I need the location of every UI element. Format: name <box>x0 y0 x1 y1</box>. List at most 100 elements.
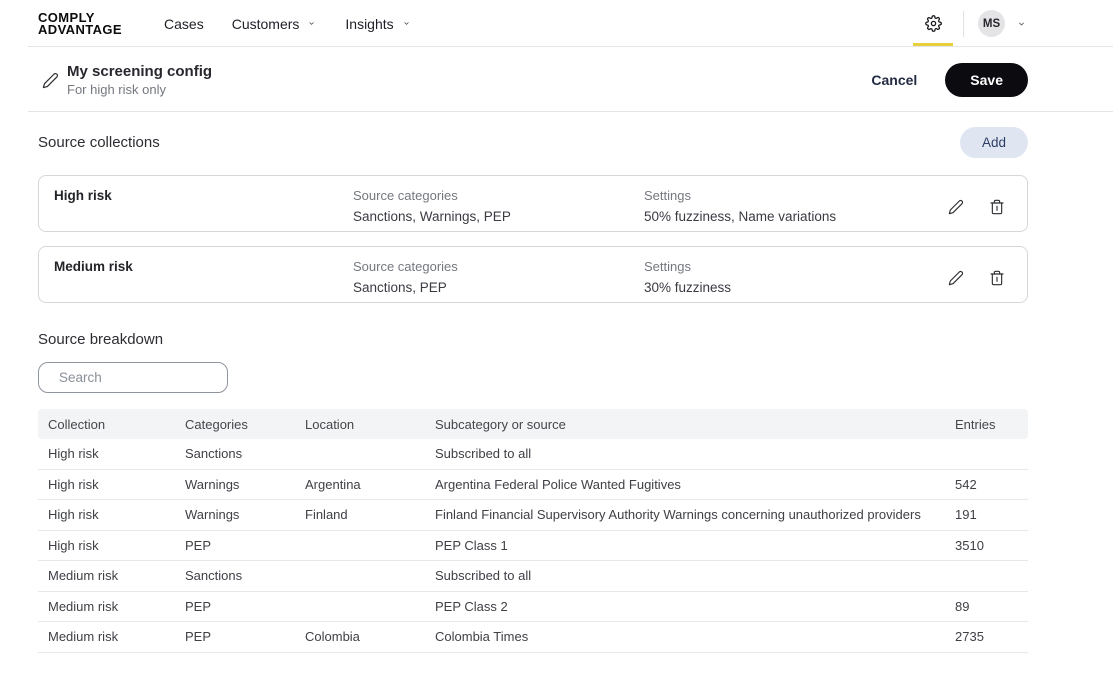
cell-entries: 542 <box>955 477 1018 492</box>
table-body: High risk Sanctions Subscribed to all Hi… <box>38 439 1028 653</box>
cell-categories: PEP <box>185 629 305 644</box>
collection-categories: Source categories Sanctions, Warnings, P… <box>353 186 644 227</box>
column-header-categories: Categories <box>185 417 305 432</box>
cell-collection: Medium risk <box>48 629 185 644</box>
nav-right-group: MS <box>913 0 1028 47</box>
column-header-entries: Entries <box>955 417 1018 432</box>
chevron-down-icon <box>401 20 412 27</box>
card-actions <box>948 199 1005 215</box>
user-menu-chevron-icon[interactable] <box>1015 20 1028 28</box>
card-actions <box>948 270 1005 286</box>
collection-settings: Settings 50% fuzziness, Name variations <box>644 186 948 227</box>
nav-divider <box>963 11 964 37</box>
cell-categories: Sanctions <box>185 446 305 461</box>
nav-item-label: Cases <box>164 16 204 32</box>
cell-subcategory-or-source: Argentina Federal Police Wanted Fugitive… <box>435 477 955 492</box>
cell-categories: Warnings <box>185 507 305 522</box>
collection-settings: Settings 30% fuzziness <box>644 257 948 298</box>
source-collections-header: Source collections Add <box>38 127 1028 158</box>
categories-value: Sanctions, PEP <box>353 277 644 298</box>
table-row[interactable]: High risk Sanctions Subscribed to all <box>38 439 1028 470</box>
edit-title-pencil-icon[interactable] <box>42 72 59 89</box>
nav-item-insights[interactable]: Insights <box>345 16 411 32</box>
search-input[interactable] <box>59 370 236 385</box>
cell-entries: 3510 <box>955 538 1018 553</box>
settings-value: 50% fuzziness, Name variations <box>644 206 948 227</box>
cancel-button[interactable]: Cancel <box>871 72 917 88</box>
cell-collection: High risk <box>48 477 185 492</box>
collection-card-medium-risk: Medium risk Source categories Sanctions,… <box>38 246 1028 303</box>
collection-cards: High risk Source categories Sanctions, W… <box>38 175 1028 303</box>
column-header-collection: Collection <box>48 417 185 432</box>
settings-gear-button[interactable] <box>913 0 953 47</box>
page-subtitle: For high risk only <box>67 81 212 98</box>
cell-collection: High risk <box>48 446 185 461</box>
nav-item-customers[interactable]: Customers <box>232 16 318 32</box>
delete-collection-button[interactable] <box>989 199 1005 215</box>
top-navigation: COMPLY ADVANTAGE Cases Customers Insight… <box>0 0 1113 47</box>
cell-collection: High risk <box>48 507 185 522</box>
cell-subcategory-or-source: Colombia Times <box>435 629 955 644</box>
logo-line-2: ADVANTAGE <box>38 24 122 36</box>
complyadvantage-logo[interactable]: COMPLY ADVANTAGE <box>38 12 122 36</box>
gear-icon <box>925 15 942 32</box>
categories-label: Source categories <box>353 257 644 277</box>
trash-icon <box>989 270 1005 286</box>
cell-subcategory-or-source: PEP Class 2 <box>435 599 955 614</box>
nav-item-label: Customers <box>232 16 300 32</box>
pencil-icon <box>948 199 964 215</box>
table-row[interactable]: Medium risk Sanctions Subscribed to all <box>38 561 1028 592</box>
collection-card-high-risk: High risk Source categories Sanctions, W… <box>38 175 1028 232</box>
nav-item-cases[interactable]: Cases <box>164 16 204 32</box>
settings-label: Settings <box>644 257 948 277</box>
source-breakdown-title: Source breakdown <box>38 331 1028 348</box>
settings-value: 30% fuzziness <box>644 277 948 298</box>
primary-nav: Cases Customers Insights <box>164 16 412 32</box>
cell-categories: Warnings <box>185 477 305 492</box>
page-header: My screening config For high risk only C… <box>0 47 1113 112</box>
table-row[interactable]: High risk PEP PEP Class 1 3510 <box>38 531 1028 562</box>
settings-label: Settings <box>644 186 948 206</box>
cell-location: Colombia <box>305 629 435 644</box>
cell-collection: High risk <box>48 538 185 553</box>
pencil-icon <box>948 270 964 286</box>
edit-collection-button[interactable] <box>948 199 964 215</box>
table-row[interactable]: High risk Warnings Argentina Argentina F… <box>38 470 1028 501</box>
user-avatar[interactable]: MS <box>978 10 1005 37</box>
source-breakdown-table: Collection Categories Location Subcatego… <box>38 409 1028 653</box>
page-title-block: My screening config For high risk only <box>67 62 212 98</box>
main-content: Source collections Add High risk Source … <box>0 127 1113 653</box>
cell-subcategory-or-source: Finland Financial Supervisory Authority … <box>435 507 955 522</box>
cell-location: Argentina <box>305 477 435 492</box>
table-header-row: Collection Categories Location Subcatego… <box>38 409 1028 439</box>
table-row[interactable]: Medium risk PEP PEP Class 2 89 <box>38 592 1028 623</box>
cell-subcategory-or-source: PEP Class 1 <box>435 538 955 553</box>
edit-collection-button[interactable] <box>948 270 964 286</box>
cell-subcategory-or-source: Subscribed to all <box>435 446 955 461</box>
cell-collection: Medium risk <box>48 599 185 614</box>
cell-categories: PEP <box>185 599 305 614</box>
save-button[interactable]: Save <box>945 63 1028 97</box>
add-collection-button[interactable]: Add <box>960 127 1028 158</box>
cell-entries: 89 <box>955 599 1018 614</box>
categories-label: Source categories <box>353 186 644 206</box>
table-row[interactable]: High risk Warnings Finland Finland Finan… <box>38 500 1028 531</box>
cell-categories: Sanctions <box>185 568 305 583</box>
delete-collection-button[interactable] <box>989 270 1005 286</box>
collection-name: High risk <box>54 186 353 206</box>
column-header-location: Location <box>305 417 435 432</box>
trash-icon <box>989 199 1005 215</box>
cell-subcategory-or-source: Subscribed to all <box>435 568 955 583</box>
header-actions: Cancel Save <box>871 63 1028 97</box>
table-row[interactable]: Medium risk PEP Colombia Colombia Times … <box>38 622 1028 653</box>
column-header-subcategory: Subcategory or source <box>435 417 955 432</box>
page-title: My screening config <box>67 62 212 81</box>
cell-entries: 2735 <box>955 629 1018 644</box>
source-collections-title: Source collections <box>38 134 160 151</box>
collection-name: Medium risk <box>54 257 353 277</box>
nav-item-label: Insights <box>345 16 393 32</box>
search-box[interactable] <box>38 362 228 393</box>
collection-categories: Source categories Sanctions, PEP <box>353 257 644 298</box>
categories-value: Sanctions, Warnings, PEP <box>353 206 644 227</box>
cell-location: Finland <box>305 507 435 522</box>
